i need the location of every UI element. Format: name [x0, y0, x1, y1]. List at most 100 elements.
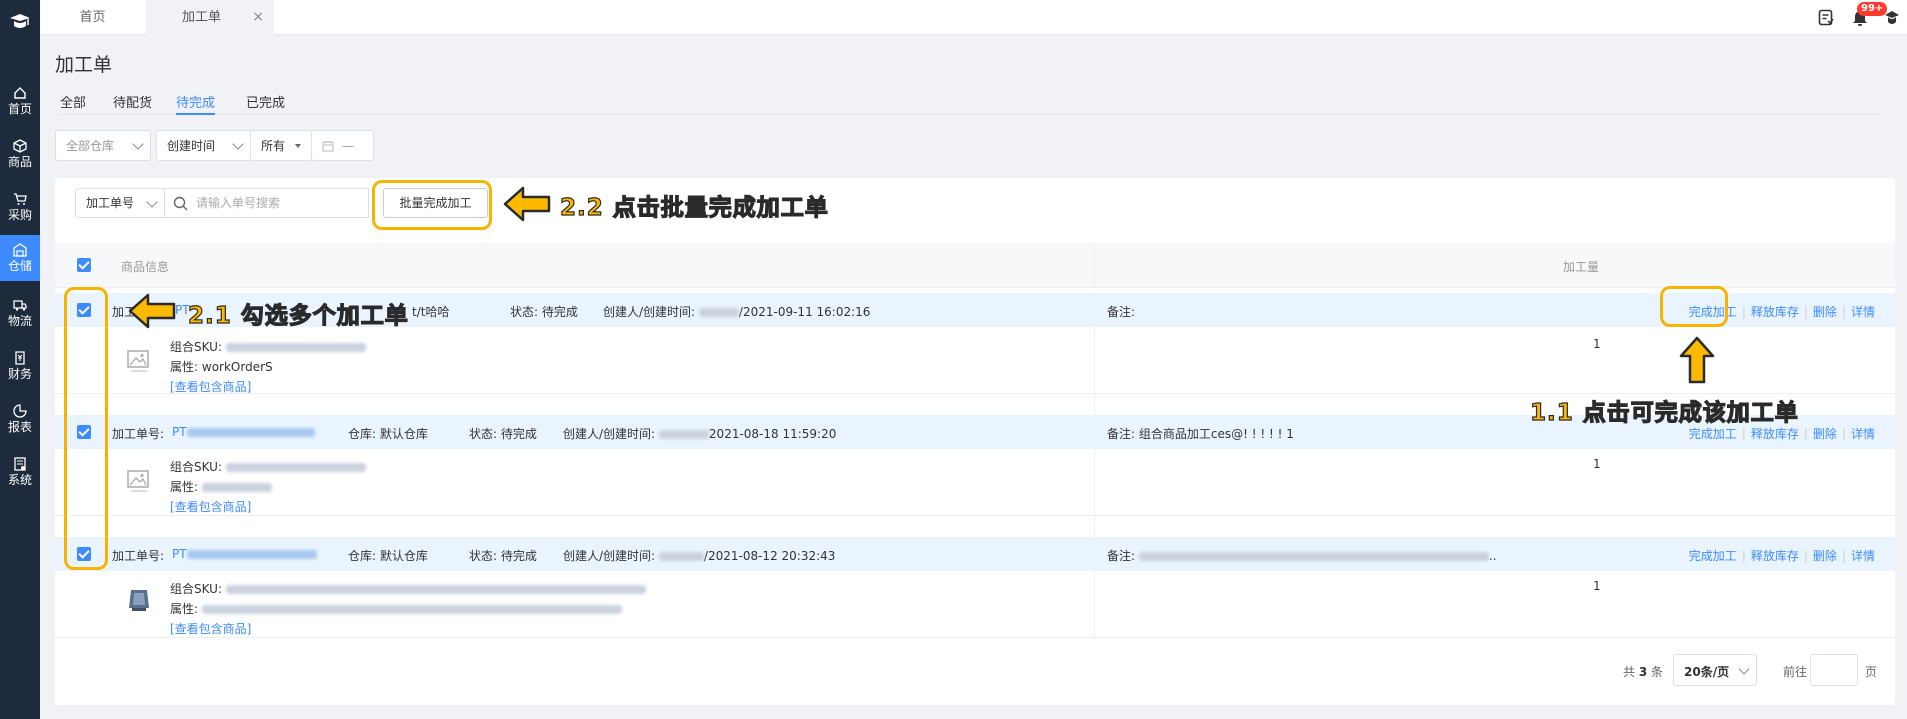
search-input[interactable]: 请输入单号搜索 — [164, 188, 369, 218]
redacted-attr — [201, 483, 272, 492]
order-status: 状态: 待完成 — [469, 427, 537, 441]
time-field-select[interactable]: 创建时间 — [156, 130, 251, 161]
redacted-creator — [658, 552, 704, 561]
sidebar-item-label: 物流 — [7, 314, 32, 328]
divider: | — [1741, 305, 1746, 319]
sidebar-item-warehouse[interactable]: 仓储 — [0, 235, 40, 281]
highlight-complete-button — [1660, 286, 1728, 327]
view-included-products-link[interactable]: [查看包含商品] — [170, 377, 366, 397]
order-no-value: PT — [172, 425, 187, 439]
sidebar-item-logistics[interactable]: 物流 — [0, 290, 40, 336]
arrow-left-icon — [503, 186, 551, 222]
close-icon[interactable]: × — [252, 0, 264, 35]
sidebar-item-label: 采购 — [7, 208, 32, 222]
date-range-picker[interactable]: — — [311, 130, 374, 161]
logo-icon — [10, 14, 30, 28]
sidebar-item-finance[interactable]: 财务 — [0, 343, 40, 389]
task-icon[interactable] — [1809, 0, 1843, 35]
tab-all[interactable]: 全部 — [60, 92, 86, 111]
divider: | — [1741, 549, 1746, 563]
complete-processing-button[interactable]: 完成加工 — [1689, 549, 1737, 563]
release-stock-button[interactable]: 释放库存 — [1751, 549, 1799, 563]
sidebar-item-label: 报表 — [7, 420, 32, 434]
top-icons: 99+ — [1809, 0, 1907, 35]
tab-label: 加工单 — [182, 10, 222, 25]
sidebar-item-label: 仓储 — [7, 259, 32, 273]
search-type-select[interactable]: 加工单号 — [75, 188, 165, 218]
tab-processing-order[interactable]: 加工单 × — [146, 0, 274, 35]
redacted-creator — [698, 308, 739, 317]
delete-button[interactable]: 删除 — [1813, 549, 1837, 563]
sidebar-item-report[interactable]: 报表 — [0, 396, 40, 442]
status-tabs: 全部 待配货 待完成 已完成 — [60, 92, 1880, 115]
truck-icon — [13, 300, 27, 311]
creator-label: 创建人/创建时间: — [603, 305, 696, 319]
order-creator: 创建人/创建时间: /2021-09-11 16:02:16 — [603, 303, 870, 320]
attr-label: 属性: — [170, 480, 199, 494]
image-placeholder-icon — [127, 350, 149, 372]
order-warehouse: t/t哈哈 — [412, 305, 450, 319]
release-stock-button[interactable]: 释放库存 — [1751, 305, 1799, 319]
tab-pending-allocation[interactable]: 待配货 — [113, 92, 152, 111]
creator-label: 创建人/创建时间: — [563, 549, 656, 563]
total-count: 3 — [1638, 665, 1648, 679]
sidebar-item-product[interactable]: 商品 — [0, 131, 40, 177]
sidebar-item-system[interactable]: 系统 — [0, 449, 40, 495]
product-info: 组合SKU: 属性: workOrderS [查看包含商品] — [170, 337, 366, 397]
search-type-value: 加工单号 — [86, 196, 135, 210]
tab-home[interactable]: 首页 — [40, 0, 145, 35]
divider: | — [1803, 305, 1808, 319]
highlight-checkboxes — [64, 287, 108, 570]
sku-label: 组合SKU: — [170, 340, 222, 354]
view-included-products-link[interactable]: [查看包含商品] — [170, 497, 366, 517]
sku-label: 组合SKU: — [170, 460, 222, 474]
tab-pending-completion[interactable]: 待完成 — [176, 92, 216, 115]
page-title: 加工单 — [55, 54, 113, 76]
sidebar-item-label: 系统 — [7, 473, 32, 487]
redacted-sku — [225, 463, 366, 472]
home-icon — [14, 87, 26, 99]
sidebar-item-home[interactable]: 首页 — [0, 78, 40, 124]
divider: | — [1841, 549, 1846, 563]
arrow-up-icon — [1679, 336, 1715, 384]
detail-button[interactable]: 详情 — [1851, 549, 1875, 563]
sidebar-item-purchase[interactable]: 采购 — [0, 184, 40, 230]
report-icon — [13, 404, 27, 418]
range-select[interactable]: 所有 — [250, 130, 312, 161]
release-stock-button[interactable]: 释放库存 — [1751, 427, 1799, 441]
select-all-checkbox[interactable] — [77, 258, 91, 272]
order-table-card: 加工单号 请输入单号搜索 批量完成加工 商品信息 加工量 加工单号: PT t/… — [55, 178, 1895, 705]
order-no-label: 加工单号: — [112, 549, 165, 563]
delete-button[interactable]: 删除 — [1813, 427, 1837, 441]
column-divider — [1094, 293, 1095, 638]
range-value: 所有 — [261, 139, 286, 153]
tab-completed[interactable]: 已完成 — [246, 92, 285, 111]
notification-bell[interactable]: 99+ — [1843, 0, 1888, 35]
annotation-select: 2.1 勾选多个加工单 — [187, 302, 409, 329]
view-included-products-link[interactable]: [查看包含商品] — [170, 619, 646, 639]
order-warehouse: 仓库: 默认仓库 — [348, 427, 428, 441]
app-logo[interactable] — [0, 0, 40, 46]
order-no-link[interactable]: PT — [172, 425, 315, 439]
sidebar: 首页 商品 采购 仓储 物流 财务 报表 系统 — [0, 0, 40, 719]
warehouse-select-value: 全部仓库 — [66, 139, 115, 153]
system-icon — [14, 457, 26, 471]
order-row-body: 组合SKU: 属性: [查看包含商品] 1 — [55, 449, 1895, 516]
complete-processing-button[interactable]: 完成加工 — [1689, 427, 1737, 441]
order-creator: 创建人/创建时间: 2021-08-18 11:59:20 — [563, 425, 836, 442]
detail-button[interactable]: 详情 — [1851, 305, 1875, 319]
order-no-value: PT — [172, 547, 187, 561]
redacted-sku — [225, 343, 366, 352]
annotation-batch: 2.2 点击批量完成加工单 — [559, 194, 829, 221]
time-field-value: 创建时间 — [167, 139, 216, 153]
page-size-select[interactable]: 20条/页 — [1673, 654, 1757, 686]
order-no-link[interactable]: PT — [172, 547, 317, 561]
pagination-total: 共 3 条 — [1623, 663, 1663, 680]
divider: | — [1841, 305, 1846, 319]
creator-label: 创建人/创建时间: — [563, 427, 656, 441]
delete-button[interactable]: 删除 — [1813, 305, 1837, 319]
quantity: 1 — [1593, 579, 1601, 593]
goto-page-input[interactable] — [1810, 654, 1858, 686]
warehouse-select[interactable]: 全部仓库 — [55, 130, 151, 161]
detail-button[interactable]: 详情 — [1851, 427, 1875, 441]
